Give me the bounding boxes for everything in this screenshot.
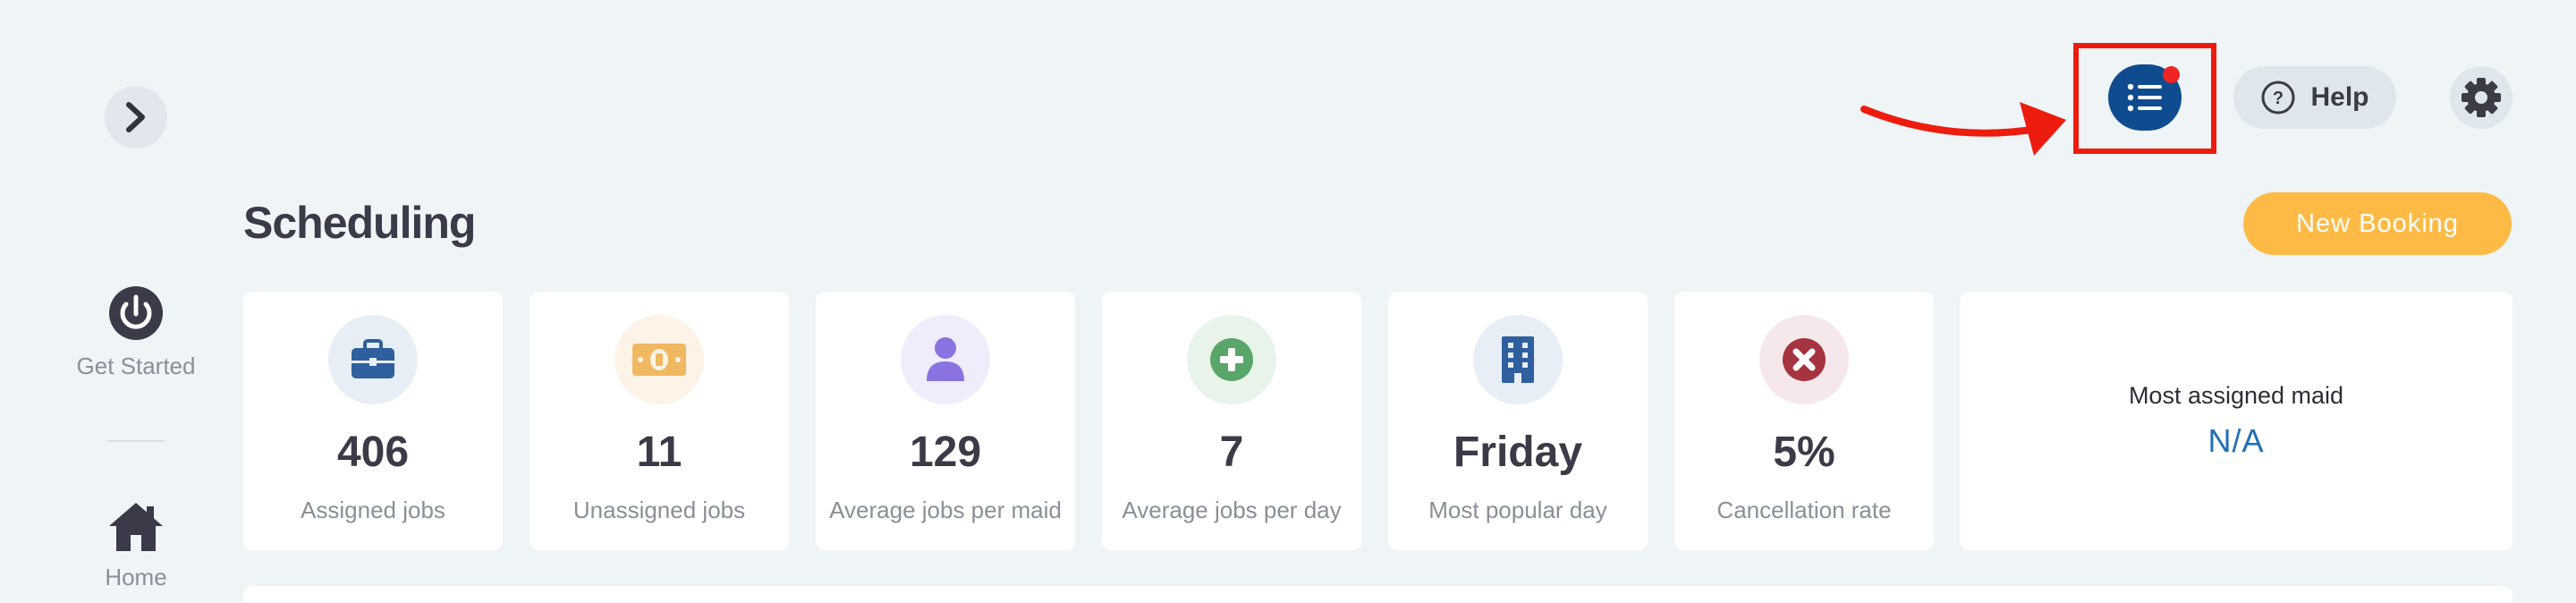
settings-button[interactable] — [2450, 66, 2512, 129]
stat-icon-wrapper — [1187, 315, 1276, 404]
gear-icon — [2462, 78, 2501, 117]
building-icon — [1502, 336, 1534, 383]
sidebar-item-label: Get Started — [76, 352, 196, 379]
content-panel — [243, 586, 2512, 603]
user-icon — [927, 337, 964, 381]
stat-caption: Cancellation rate — [1716, 497, 1892, 523]
stat-value: 129 — [909, 429, 982, 476]
stat-caption: Unassigned jobs — [572, 497, 746, 523]
svg-text:?: ? — [2273, 89, 2284, 108]
stat-caption: Average jobs per day — [1122, 497, 1342, 523]
home-icon — [109, 503, 163, 551]
stat-icon-wrapper — [1759, 315, 1849, 404]
sidebar-item-home[interactable]: Home — [54, 501, 218, 591]
money-icon — [632, 344, 686, 376]
sidebar-item-label: Home — [105, 564, 167, 590]
sidebar-item-get-started[interactable]: Get Started — [54, 285, 218, 380]
stat-value: 7 — [1219, 429, 1244, 476]
stat-card-unassigned-jobs: 11 Unassigned jobs — [530, 292, 789, 550]
stat-caption: Most popular day — [1428, 497, 1607, 523]
stat-icon-wrapper — [328, 315, 418, 404]
most-assigned-label: Most assigned maid — [2128, 382, 2344, 409]
stat-card-avg-jobs-per-maid: 129 Average jobs per maid — [816, 292, 1075, 550]
stat-value: 11 — [636, 429, 682, 476]
stat-value: Friday — [1453, 429, 1583, 476]
x-circle-icon — [1783, 338, 1826, 381]
briefcase-icon — [352, 339, 394, 378]
expand-sidebar-button[interactable] — [105, 86, 167, 149]
stat-card-avg-jobs-per-day: 7 Average jobs per day — [1102, 292, 1361, 550]
stat-icon-wrapper — [901, 315, 990, 404]
stat-icon-wrapper — [614, 315, 704, 404]
new-booking-button[interactable]: New Booking — [2243, 192, 2512, 255]
chevron-right-icon — [126, 102, 145, 132]
help-label: Help — [2310, 82, 2369, 112]
page-title: Scheduling — [243, 198, 476, 248]
annotation-arrow-icon — [1860, 102, 2066, 156]
help-button[interactable]: ? Help — [2233, 66, 2396, 129]
most-assigned-maid-card: Most assigned maid N/A — [1960, 292, 2512, 550]
stat-value: 5% — [1773, 429, 1835, 476]
stat-value: 406 — [336, 429, 410, 476]
power-icon — [109, 286, 163, 340]
stat-card-assigned-jobs: 406 Assigned jobs — [243, 292, 503, 550]
stat-icon-wrapper — [1473, 315, 1563, 404]
plus-circle-icon — [1210, 338, 1253, 381]
stat-caption: Assigned jobs — [301, 497, 445, 523]
stat-card-most-popular-day: Friday Most popular day — [1388, 292, 1648, 550]
question-circle-icon: ? — [2261, 81, 2295, 115]
stat-card-cancellation-rate: 5% Cancellation rate — [1674, 292, 1934, 550]
stat-caption: Average jobs per maid — [829, 497, 1062, 523]
highlight-box — [2073, 43, 2216, 154]
most-assigned-value: N/A — [2207, 422, 2265, 459]
sidebar-divider — [107, 440, 165, 442]
